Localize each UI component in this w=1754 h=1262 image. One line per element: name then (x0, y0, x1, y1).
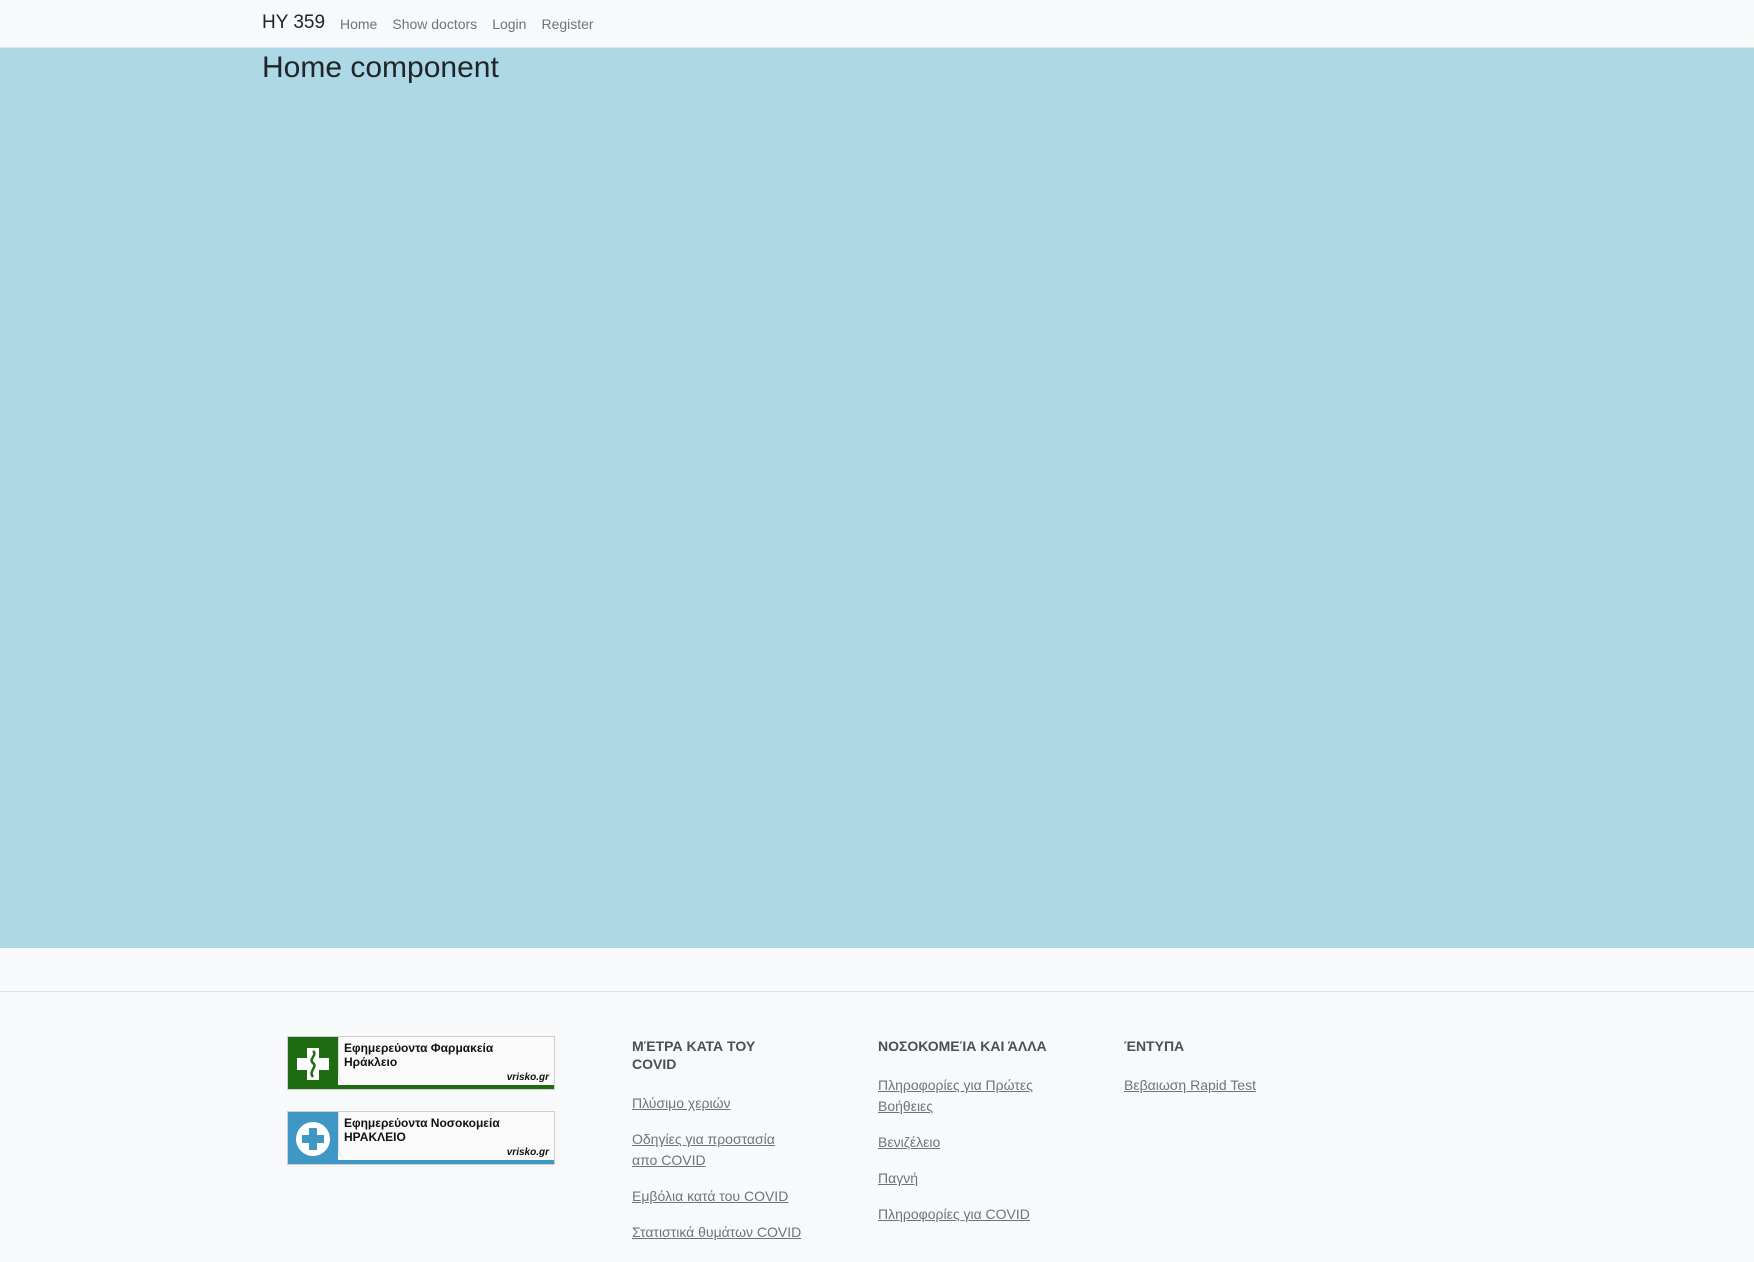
footer-link-hand-washing[interactable]: Πλύσιμο χεριών (632, 1093, 802, 1114)
nav-link-home[interactable]: Home (340, 16, 377, 32)
nav-link-login[interactable]: Login (492, 16, 526, 32)
footer-column-hospitals: ΝΟΣΟΚΟΜΕΊΑ ΚΑΙ ΆΛΛΑ Πληροφορίες για Πρώτ… (878, 1037, 1058, 1240)
footer-link-first-aid[interactable]: Πληροφορίες για Πρώτες Βοήθειες (878, 1075, 1058, 1117)
footer-link-covid-vaccines[interactable]: Εμβόλια κατά του COVID (632, 1186, 802, 1207)
brand-link[interactable]: HY 359 (262, 12, 325, 34)
footer-link-covid-info[interactable]: Πληροφορίες για COVID (878, 1204, 1058, 1225)
nav-link-register[interactable]: Register (541, 16, 593, 32)
footer-divider (0, 948, 1754, 992)
hospital-badge-title: Εφημερεύοντα Νοσοκομεία ΗΡΑΚΛΕΙΟ (344, 1116, 500, 1144)
pharmacy-cross-icon (288, 1037, 338, 1089)
main-content: Home component (0, 48, 1754, 948)
vrisko-logo: vrisko.gr (506, 1072, 549, 1083)
vrisko-logo: vrisko.gr (506, 1147, 549, 1158)
footer-column-forms: ΈΝΤΥΠΑ Βεβαιωση Rapid Test (1124, 1037, 1304, 1111)
pharmacy-badge[interactable]: Εφημερεύοντα Φαρμακεία Ηράκλειο vrisko.g… (287, 1036, 555, 1090)
badge-accent-bar (288, 1085, 554, 1089)
footer-link-rapid-test-certificate[interactable]: Βεβαιωση Rapid Test (1124, 1075, 1304, 1096)
footer-link-covid-statistics[interactable]: Στατιστικά θυμάτων COVID (632, 1222, 802, 1243)
navbar: HY 359 Home Show doctors Login Register (0, 0, 1754, 48)
footer-link-venizeleio[interactable]: Βενιζέλειο (878, 1132, 1058, 1153)
nav-link-show-doctors[interactable]: Show doctors (392, 16, 477, 32)
pharmacy-badge-title: Εφημερεύοντα Φαρμακεία Ηράκλειο (344, 1041, 494, 1069)
page-title: Home component (262, 51, 499, 84)
hospital-badge[interactable]: Εφημερεύοντα Νοσοκομεία ΗΡΑΚΛΕΙΟ vrisko.… (287, 1111, 555, 1165)
badge-accent-bar (288, 1160, 554, 1164)
footer-link-covid-protection[interactable]: Οδηγίες για προστασία απο COVID (632, 1129, 802, 1171)
footer-link-pagni[interactable]: Παγνή (878, 1168, 1058, 1189)
footer-column-covid-measures: ΜΈΤΡΑ ΚΑΤΑ ΤΟΥ COVID Πλύσιμο χεριών Οδηγ… (632, 1037, 802, 1258)
nav-links: Home Show doctors Login Register (340, 16, 594, 32)
footer (0, 992, 1754, 1262)
footer-column-heading: ΈΝΤΥΠΑ (1124, 1038, 1185, 1054)
hospital-plus-icon (288, 1112, 338, 1164)
footer-column-heading: ΜΈΤΡΑ ΚΑΤΑ ΤΟΥ COVID (632, 1038, 756, 1072)
footer-column-heading: ΝΟΣΟΚΟΜΕΊΑ ΚΑΙ ΆΛΛΑ (878, 1038, 1047, 1054)
